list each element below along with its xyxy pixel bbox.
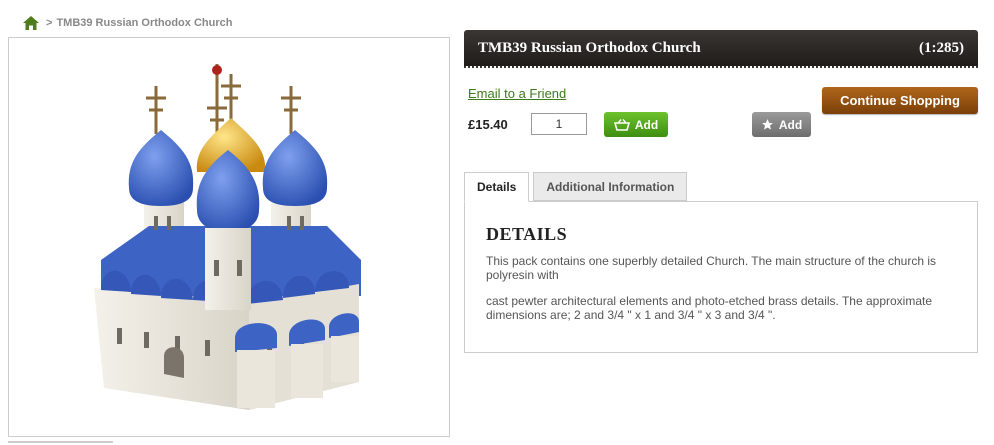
- details-panel: DETAILS This pack contains one superbly …: [464, 201, 978, 353]
- details-heading: DETAILS: [486, 224, 568, 244]
- add-to-wishlist-label: Add: [778, 117, 803, 132]
- church-illustration: [94, 64, 361, 410]
- add-to-wishlist-button[interactable]: Add: [752, 112, 811, 137]
- product-scale: (1:285): [919, 39, 964, 56]
- details-paragraph: cast pewter architectural elements and p…: [486, 294, 933, 322]
- basket-icon: [613, 118, 630, 131]
- add-to-cart-label: Add: [634, 117, 659, 132]
- breadcrumb: > TMB39 Russian Orthodox Church: [22, 13, 232, 33]
- product-tabs: Details Additional Information: [464, 172, 688, 202]
- image-divider: [8, 441, 113, 443]
- home-icon[interactable]: [22, 14, 40, 32]
- product-price: £15.40: [468, 117, 508, 132]
- add-to-cart-button[interactable]: Add: [604, 112, 668, 137]
- continue-shopping-button[interactable]: Continue Shopping: [822, 87, 978, 114]
- breadcrumb-separator: >: [46, 17, 53, 29]
- tab-additional-information[interactable]: Additional Information: [533, 172, 688, 201]
- quantity-input[interactable]: 1: [531, 113, 587, 135]
- product-title-bar: TMB39 Russian Orthodox Church (1:285): [464, 30, 978, 68]
- tab-details[interactable]: Details: [464, 172, 530, 202]
- product-image[interactable]: [8, 37, 450, 437]
- product-title: TMB39 Russian Orthodox Church: [478, 39, 701, 56]
- breadcrumb-current: TMB39 Russian Orthodox Church: [56, 17, 233, 29]
- email-friend-link[interactable]: Email to a Friend: [468, 86, 566, 101]
- star-icon: [761, 119, 773, 130]
- details-paragraph: This pack contains one superbly detailed…: [486, 254, 937, 282]
